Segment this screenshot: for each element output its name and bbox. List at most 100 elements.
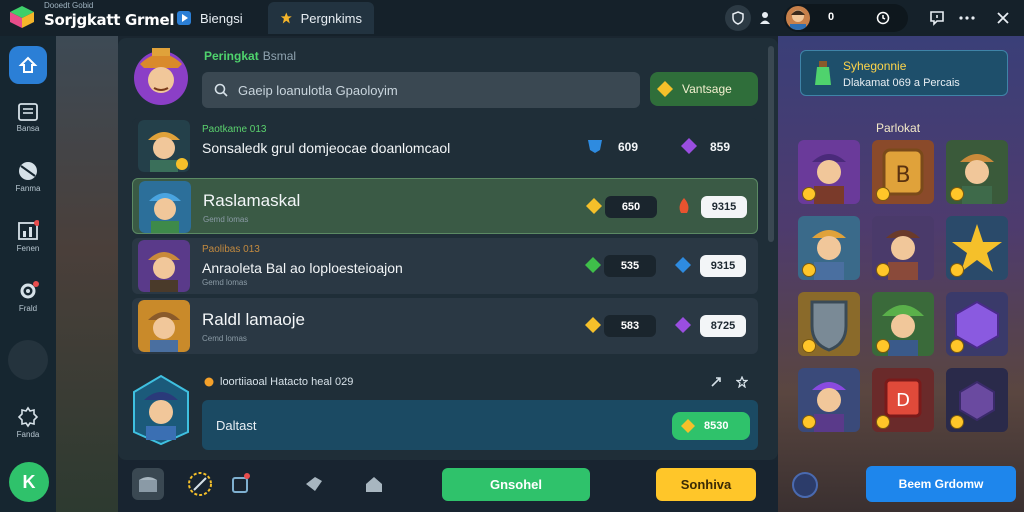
secondary-button[interactable]: Sonhiva	[656, 468, 756, 501]
background-scenery	[56, 36, 118, 512]
sidebar-item-fanma[interactable]: Fanma	[4, 160, 52, 193]
primary-button[interactable]: Gnsohel	[442, 468, 590, 501]
row-name: Sonsaledk grul domjeocae doanlomcaol	[202, 140, 451, 156]
sidebar-item-label: Fenen	[16, 244, 40, 253]
card-hero-mage[interactable]	[798, 368, 860, 432]
sidebar-item-fenen[interactable]: Fenen	[4, 220, 52, 253]
tab-label: Biengsi	[200, 10, 243, 26]
app-logo-icon	[10, 6, 34, 28]
coin-badge	[802, 187, 816, 201]
coin-badge	[950, 187, 964, 201]
more-button[interactable]	[954, 5, 980, 31]
chat-button[interactable]	[924, 5, 950, 31]
scrollbar[interactable]	[768, 46, 774, 242]
house-button[interactable]	[358, 468, 390, 500]
sidebar-item-label: Fanma	[15, 184, 41, 193]
card-item-shield[interactable]	[798, 292, 860, 356]
coin-badge	[950, 339, 964, 353]
coin-badge	[876, 415, 890, 429]
blue-gem-icon	[675, 257, 691, 273]
row-stat: 535	[604, 255, 656, 277]
star-icon	[280, 12, 292, 24]
card-hero-brown[interactable]	[872, 216, 934, 280]
user-button[interactable]	[752, 5, 778, 31]
close-button[interactable]	[990, 5, 1016, 31]
player-avatar	[138, 120, 190, 172]
table-row[interactable]: Raslamaskal Gemd lomas 650 9315	[132, 178, 758, 234]
pick-button[interactable]	[298, 468, 330, 500]
status-pill[interactable]: 0	[784, 4, 908, 32]
tab-biengsi[interactable]: Biengsi	[164, 2, 266, 34]
sidebar-item-frald[interactable]: Frald	[4, 280, 52, 313]
task-claim-button[interactable]: 8530	[672, 412, 750, 440]
chart-icon	[18, 220, 39, 240]
table-row[interactable]: Paotkame 013 Sonsaledk grul domjeocae do…	[132, 118, 758, 174]
row-stat: 8725	[700, 315, 746, 337]
tab-pergnkims[interactable]: Pergnkims	[268, 2, 374, 34]
avatar[interactable]	[786, 6, 810, 30]
chat-icon	[930, 11, 944, 26]
shield-gem-icon	[588, 140, 602, 153]
table-row[interactable]: Paolibas 013 Anraoleta Bal ao loploestei…	[132, 238, 758, 294]
card-hero-blue[interactable]	[798, 216, 860, 280]
row-stat: 9315	[701, 196, 747, 218]
vantage-label: Vantsage	[682, 82, 732, 96]
card-hero-purple[interactable]	[798, 140, 860, 204]
card-item-cube[interactable]	[946, 292, 1008, 356]
coin-button[interactable]	[792, 472, 818, 498]
search-input[interactable]	[238, 82, 618, 98]
fire-gem-icon	[679, 198, 689, 213]
shield-button[interactable]	[725, 5, 751, 31]
row-meta: Paotkame 013	[202, 124, 267, 135]
compass-icon	[188, 472, 212, 496]
card-hero-hat[interactable]	[872, 292, 934, 356]
status-value: 0	[828, 11, 835, 23]
card-hero-green[interactable]	[946, 140, 1008, 204]
sidebar-item-label: Bansa	[16, 124, 40, 133]
arrow-icon[interactable]	[710, 376, 722, 388]
pick-icon	[306, 477, 322, 491]
sidebar-item-fanda[interactable]: Fanda	[4, 406, 52, 439]
coin-badge	[876, 187, 890, 201]
row-name: Raldl lamaoje	[202, 310, 305, 329]
coin-badge	[802, 339, 816, 353]
user-icon	[760, 12, 770, 24]
purple-gem-icon	[681, 138, 697, 154]
vantage-button[interactable]: Vantsage	[650, 72, 758, 106]
sidebar-item-label: Fanda	[16, 430, 40, 439]
notice-text: Dlakamat 069 a Percais	[843, 77, 960, 89]
sidebar-item-home[interactable]	[9, 46, 47, 84]
card-item-star[interactable]	[946, 216, 1008, 280]
chest-button[interactable]	[132, 468, 164, 500]
row-stat: 609	[618, 140, 639, 154]
card-item-purple-cube[interactable]	[946, 368, 1008, 432]
card-item-red-crate[interactable]: D	[872, 368, 934, 432]
sidebar-item-bansa[interactable]: Bansa	[4, 102, 52, 133]
sidebar: Bansa Fanma Fenen Frald Fanda K	[0, 36, 56, 512]
ball-icon	[19, 162, 37, 180]
app-subtitle: Dooedt Gobid	[44, 1, 94, 10]
search-bar[interactable]	[202, 72, 640, 108]
notice-title: Syhegonnie	[843, 59, 907, 73]
coin-badge	[876, 263, 890, 277]
chest-icon	[139, 477, 157, 492]
task-meta: loortiiaoal Hatacto heal 029	[204, 376, 353, 388]
table-row[interactable]: Raldl lamaoje Cemd lomas 583 8725	[132, 298, 758, 354]
grid-title: Parlokat	[876, 121, 921, 135]
star-outline-icon[interactable]	[736, 376, 748, 388]
clock-icon	[876, 11, 890, 25]
compass-button[interactable]	[184, 468, 216, 500]
house-icon	[366, 477, 382, 492]
notice-card[interactable]: Syhegonnie Dlakamat 069 a Percais	[800, 50, 1008, 96]
document-icon	[18, 103, 38, 121]
sidebar-k-button[interactable]: K	[9, 462, 49, 502]
leaderboard-panel: PeringkatBsmal Vantsage Paotkame 013 Son…	[118, 38, 778, 460]
right-panel: Syhegonnie Dlakamat 069 a Percais Parlok…	[778, 36, 1024, 512]
svg-text:D: D	[896, 390, 910, 411]
card-item-crate[interactable]: B	[872, 140, 934, 204]
shield-icon	[732, 11, 744, 25]
badge-button[interactable]	[224, 468, 256, 500]
orders-button[interactable]: Beem Grdomw	[866, 466, 1016, 502]
coin-badge	[950, 415, 964, 429]
row-stat: 9315	[700, 255, 746, 277]
